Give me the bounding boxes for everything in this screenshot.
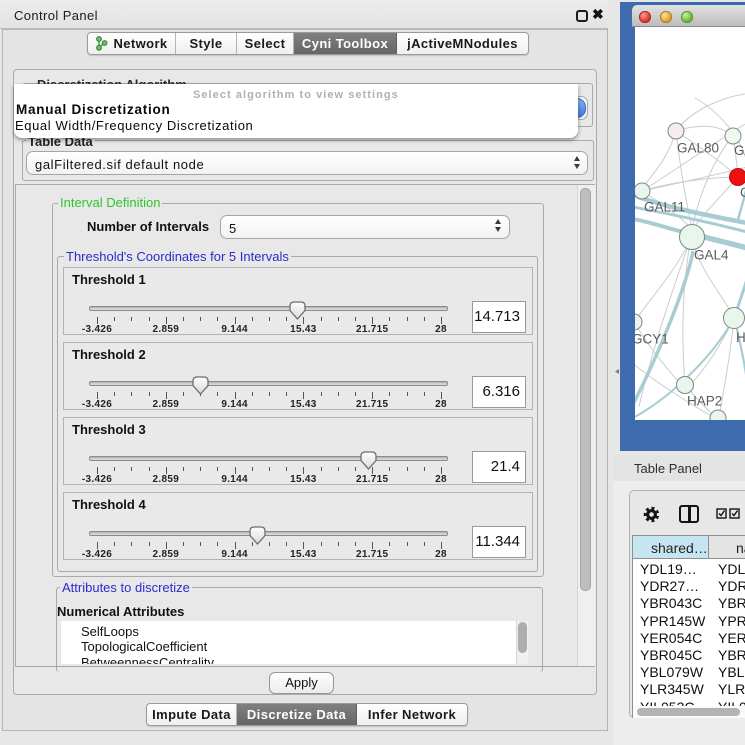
svg-text:HAP2: HAP2 [687,394,722,409]
svg-text:GAL11: GAL11 [644,200,685,215]
svg-text:GAL4: GAL4 [694,248,729,263]
svg-text:GCY1: GCY1 [635,332,669,347]
svg-text:C: C [740,185,745,200]
svg-text:H: H [736,330,745,345]
svg-text:GA: GA [734,143,745,158]
svg-text:GAL80: GAL80 [677,141,719,156]
